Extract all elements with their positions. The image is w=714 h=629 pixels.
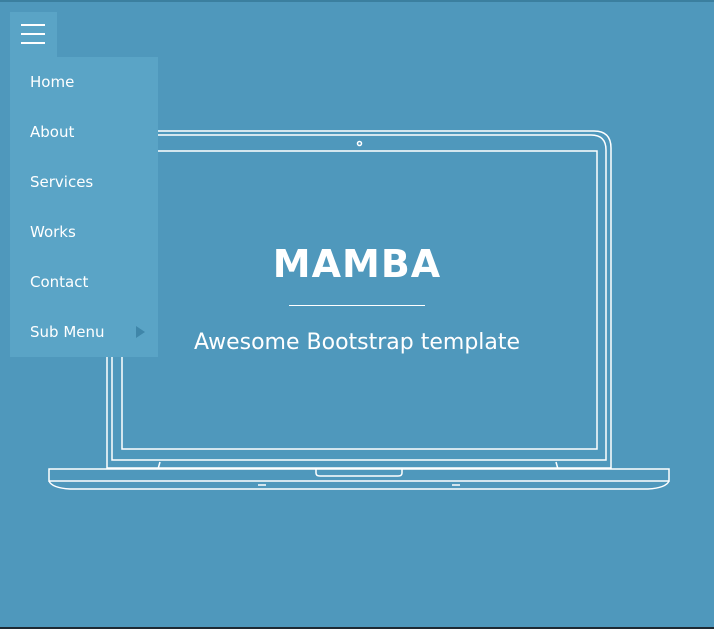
menu-item-sub-menu[interactable]: Sub Menu xyxy=(10,307,158,357)
hero-subtitle: Awesome Bootstrap template xyxy=(193,330,521,355)
side-menu: Home About Services Works Contact Sub Me… xyxy=(10,57,158,357)
menu-item-label: Services xyxy=(30,173,94,191)
hero-page: MAMBA Awesome Bootstrap template Home Ab… xyxy=(0,0,714,627)
menu-item-label: Sub Menu xyxy=(30,323,105,341)
hero-divider xyxy=(289,305,425,306)
hamburger-icon-bottom-bar xyxy=(21,42,45,44)
menu-item-label: Contact xyxy=(30,273,89,291)
menu-item-label: Home xyxy=(30,73,75,91)
menu-item-services[interactable]: Services xyxy=(10,157,158,207)
hero-title: MAMBA xyxy=(272,242,442,286)
menu-item-label: About xyxy=(30,123,75,141)
hamburger-icon-middle-bar xyxy=(21,33,45,35)
caret-right-icon xyxy=(136,326,145,338)
hamburger-icon xyxy=(21,24,45,26)
menu-item-contact[interactable]: Contact xyxy=(10,257,158,307)
menu-item-label: Works xyxy=(30,223,76,241)
menu-toggle-button[interactable] xyxy=(10,12,57,58)
menu-item-about[interactable]: About xyxy=(10,107,158,157)
menu-item-works[interactable]: Works xyxy=(10,207,158,257)
menu-item-home[interactable]: Home xyxy=(10,57,158,107)
